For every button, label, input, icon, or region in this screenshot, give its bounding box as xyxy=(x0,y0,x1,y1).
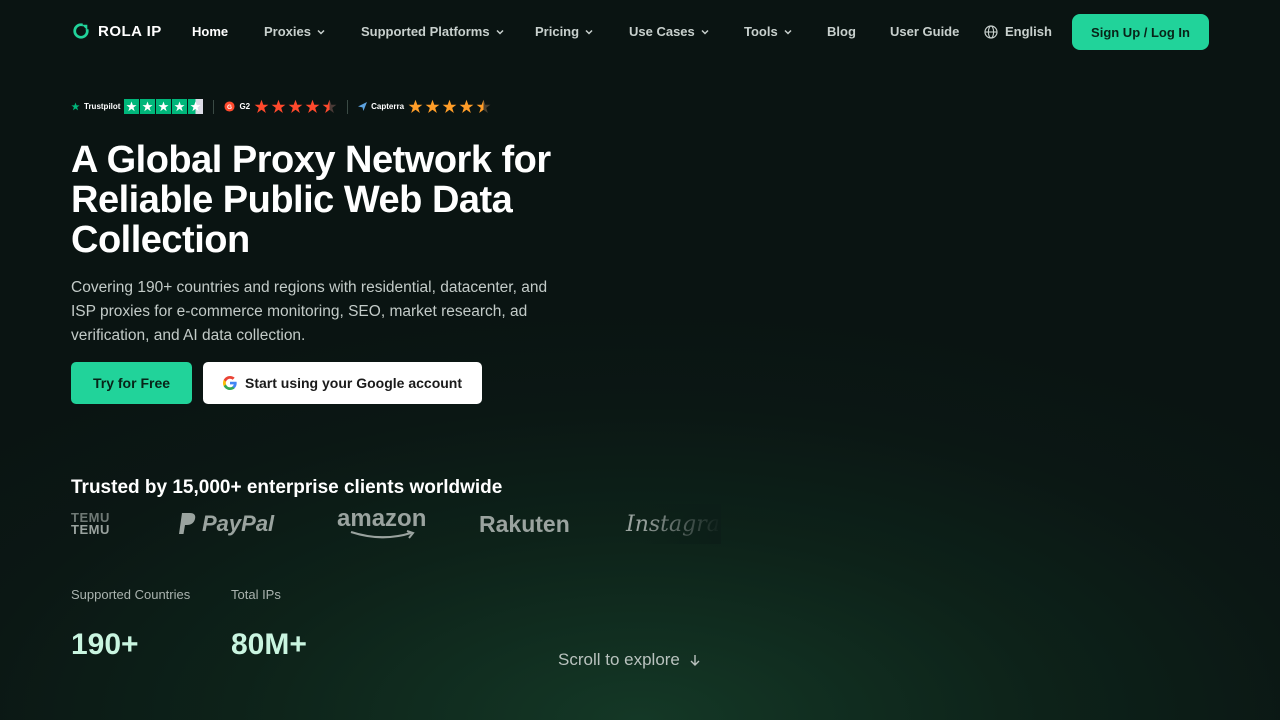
nav-blog-label: Blog xyxy=(827,24,856,39)
g2-label: G2 xyxy=(239,102,251,111)
temu-logo-text: TEMU xyxy=(71,522,110,537)
amazon-logo-text: amazon xyxy=(337,505,427,532)
nav-home-label: Home xyxy=(192,24,229,39)
star-icon xyxy=(459,99,474,113)
google-signin-label: Start using your Google account xyxy=(244,375,463,391)
svg-text:G: G xyxy=(227,104,232,111)
nav-pricing[interactable]: Pricing xyxy=(535,24,594,39)
nav-pricing-label: Pricing xyxy=(535,24,580,39)
rakuten-logo: Rakuten xyxy=(479,504,570,544)
divider xyxy=(347,99,349,114)
star-icon xyxy=(254,99,269,113)
globe-icon xyxy=(984,24,998,39)
chevron-down-icon xyxy=(496,29,504,35)
scroll-hint[interactable]: Scroll to explore xyxy=(558,650,702,670)
client-logos: TEMU TEMU PayPal amazon Rakuten Instagra… xyxy=(71,504,721,544)
paypal-logo-text: PayPal xyxy=(202,511,275,536)
paypal-logo: PayPal xyxy=(177,504,274,544)
star-icon xyxy=(425,99,440,113)
chevron-down-icon xyxy=(701,29,709,35)
star-icon xyxy=(442,99,457,113)
star-icon xyxy=(305,99,320,113)
hero-title: A Global Proxy Network for Reliable Publ… xyxy=(71,140,631,260)
nav-home[interactable]: Home xyxy=(192,24,228,39)
brand-name: ROLA IP xyxy=(98,22,162,40)
instagram-logo-text: Instagram xyxy=(626,511,721,537)
nav-use-cases[interactable]: Use Cases xyxy=(629,24,710,39)
nav-blog[interactable]: Blog xyxy=(827,24,856,39)
scroll-hint-label: Scroll to explore xyxy=(558,650,680,669)
stat-label-ips: Total IPs xyxy=(231,587,281,602)
paypal-icon xyxy=(179,513,196,534)
trustpilot-rating[interactable]: Trustpilot xyxy=(71,99,204,114)
nav-supported-platforms[interactable]: Supported Platforms xyxy=(361,24,505,39)
nav-supported-platforms-label: Supported Platforms xyxy=(361,24,490,39)
amazon-logo: amazon xyxy=(337,504,426,544)
try-for-free-button[interactable]: Try for Free xyxy=(71,362,192,404)
star-icon xyxy=(156,99,172,114)
nav-proxies[interactable]: Proxies xyxy=(264,24,326,39)
chevron-down-icon xyxy=(585,29,593,35)
capterra-stars xyxy=(408,99,491,114)
nav-tools-label: Tools xyxy=(744,24,778,39)
brand-logo[interactable]: ROLA IP xyxy=(72,22,162,40)
g2-logo-icon: G xyxy=(224,101,235,112)
trustpilot-label: Trustpilot xyxy=(84,102,121,111)
half-star-icon xyxy=(322,99,337,113)
hero-title-line: Collection xyxy=(71,219,250,261)
trusted-heading: Trusted by 15,000+ enterprise clients wo… xyxy=(71,477,503,498)
amazon-smile-icon xyxy=(350,530,415,539)
g2-rating[interactable]: G G2 xyxy=(224,99,337,114)
star-icon xyxy=(124,99,140,114)
g2-stars xyxy=(254,99,337,114)
language-selector[interactable]: English xyxy=(984,24,1052,39)
chevron-down-icon xyxy=(317,29,325,35)
capterra-label: Capterra xyxy=(371,102,405,111)
hero-title-line: Reliable Public Web Data xyxy=(71,179,513,221)
star-icon xyxy=(288,99,303,113)
google-icon xyxy=(222,376,237,390)
instagram-logo: Instagram xyxy=(626,504,721,544)
stat-label-countries: Supported Countries xyxy=(71,587,191,602)
refresh-ring-icon xyxy=(73,22,90,39)
nav-tools[interactable]: Tools xyxy=(744,24,793,39)
google-signin-button[interactable]: Start using your Google account xyxy=(203,362,482,404)
hero-title-line: A Global Proxy Network for xyxy=(71,139,551,181)
top-navigation: ROLA IP Home Proxies Supported Platforms… xyxy=(0,0,1280,64)
trustpilot-star-icon xyxy=(71,102,80,111)
arrow-down-icon xyxy=(690,655,700,666)
signup-login-button[interactable]: Sign Up / Log In xyxy=(1072,14,1209,50)
temu-logo: TEMU TEMU xyxy=(71,504,110,544)
trustpilot-stars xyxy=(124,99,204,114)
half-star-icon xyxy=(476,99,491,113)
capterra-rating[interactable]: Capterra xyxy=(358,99,491,114)
hero-subtitle: Covering 190+ countries and regions with… xyxy=(71,279,548,344)
chevron-down-icon xyxy=(784,29,792,35)
star-icon xyxy=(408,99,423,113)
ratings-strip: Trustpilot G G2 Capterra xyxy=(71,98,491,115)
nav-user-guide[interactable]: User Guide xyxy=(890,24,959,39)
star-icon xyxy=(140,99,156,114)
language-label: English xyxy=(1005,24,1052,39)
nav-user-guide-label: User Guide xyxy=(890,24,960,39)
nav-use-cases-label: Use Cases xyxy=(629,24,695,39)
star-icon xyxy=(271,99,286,113)
divider xyxy=(213,99,215,114)
stat-value-ips: 80M+ xyxy=(231,628,307,661)
star-icon xyxy=(172,99,188,114)
rakuten-logo-text: Rakuten xyxy=(479,510,570,537)
temu-logo-top: TEMU xyxy=(71,510,110,525)
stat-value-countries: 190+ xyxy=(71,628,139,661)
capterra-logo-icon xyxy=(358,102,368,111)
nav-proxies-label: Proxies xyxy=(264,24,311,39)
half-star-icon xyxy=(188,99,204,114)
